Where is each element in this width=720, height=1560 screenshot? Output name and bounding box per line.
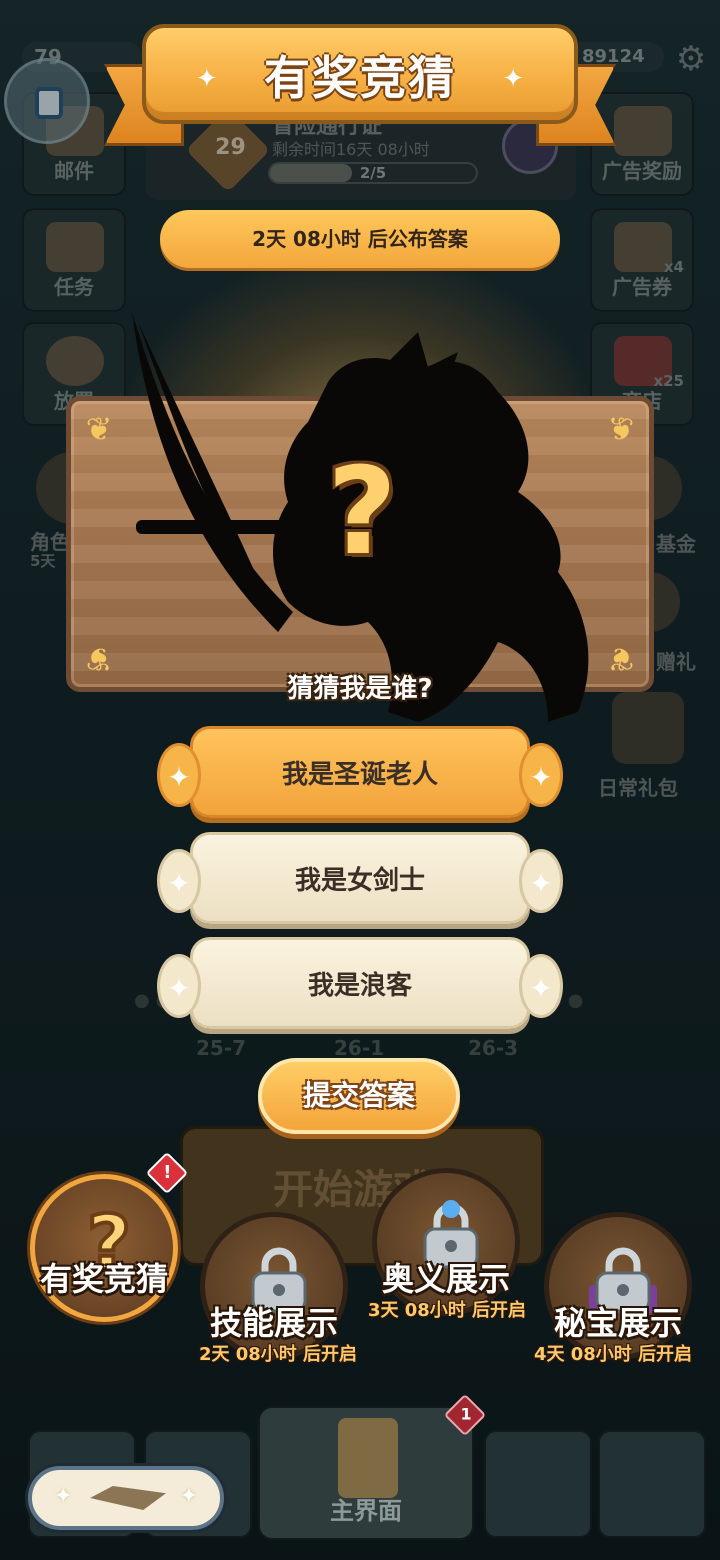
category-unlock-time: 3天 08小时 后开启	[367, 1300, 527, 1321]
category-label: 奥义展示	[381, 1260, 510, 1298]
category-label: 有奖竞猜	[39, 1260, 168, 1298]
nav-tab-skills[interactable]	[484, 1430, 592, 1538]
category-label: 秘宝展示	[553, 1304, 682, 1342]
answer-option-label: 我是浪客	[307, 971, 412, 1001]
category-unlock-time: 4天 08小时 后开启	[533, 1344, 693, 1365]
sparkle-icon: ✦	[54, 1484, 73, 1509]
category-label: 技能展示	[209, 1304, 338, 1342]
sparkle-icon: ✦	[157, 849, 201, 913]
answer-option-2[interactable]: ✦ 我是女剑士 ✦	[157, 832, 563, 924]
sparkle-icon: ✦	[502, 64, 524, 94]
sparkle-icon: ✦	[519, 954, 563, 1018]
sparkle-icon: ✦	[519, 849, 563, 913]
answer-countdown: 2天 08小时 后公布答案	[160, 210, 560, 268]
question-mark-icon: ?	[327, 443, 397, 582]
sparkle-icon: ✦	[157, 743, 201, 807]
submit-answer-button[interactable]: 提交答案	[258, 1058, 460, 1134]
answer-option-1[interactable]: ✦ 我是圣诞老人 ✦	[157, 726, 563, 818]
question-text: 猜猜我是谁?	[287, 674, 433, 704]
sparkle-icon: ✦	[157, 954, 201, 1018]
nav-main-label: 主界面	[330, 1497, 402, 1525]
sparkle-icon: ✦	[519, 743, 563, 807]
answer-option-label: 我是女剑士	[294, 866, 425, 896]
popup-title-banner: ✦ 有奖竞猜 ✦	[142, 24, 578, 124]
floating-home-toggle[interactable]: ✦ ✦	[28, 1466, 224, 1530]
corner-ornament-icon: ❦	[85, 410, 113, 448]
armor-icon	[338, 1418, 398, 1498]
nav-tab-main[interactable]: 主界面	[258, 1406, 474, 1540]
answer-option-3[interactable]: ✦ 我是浪客 ✦	[157, 937, 563, 1029]
leaf-emblem-icon	[90, 1486, 166, 1510]
nav-tab-guild[interactable]	[598, 1430, 706, 1538]
category-unlock-time: 2天 08小时 后开启	[198, 1344, 358, 1365]
sparkle-icon: ✦	[179, 1484, 198, 1509]
answer-option-label: 我是圣诞老人	[281, 760, 438, 790]
